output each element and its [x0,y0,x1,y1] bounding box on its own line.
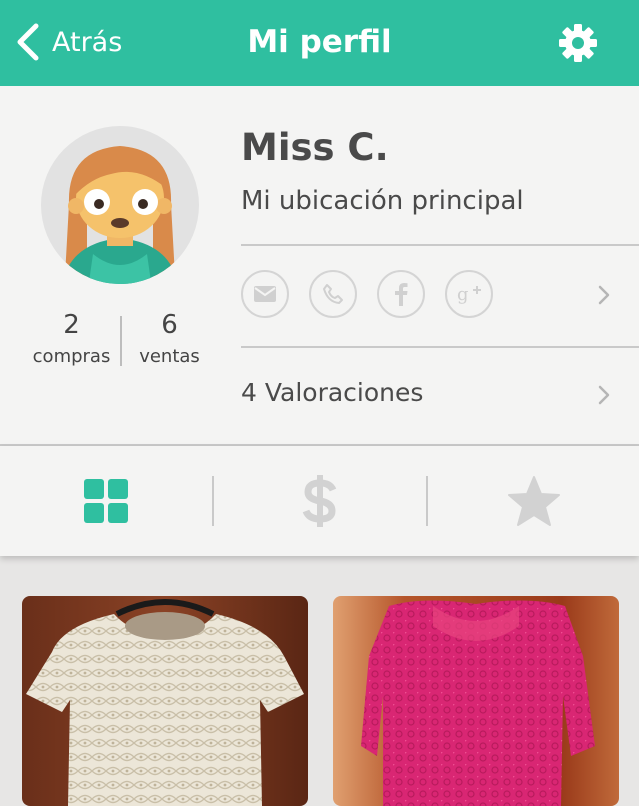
chevron-right-icon[interactable] [597,285,611,305]
page-title: Mi perfil [247,24,392,60]
dollar-icon [302,475,337,527]
grid-icon [84,479,128,523]
product-image [333,596,619,806]
top-bar: Atrás Mi perfil [0,0,639,86]
mail-icon [254,286,276,302]
sales-stat[interactable]: 6 ventas [122,312,217,367]
stats: 2 compras 6 ventas [24,312,214,367]
ratings-label: 4 Valoraciones [241,378,424,407]
divider [241,244,639,246]
avatar[interactable] [41,126,199,284]
chevron-right-icon [598,385,610,405]
purchases-stat[interactable]: 2 compras [24,312,119,367]
sales-label: ventas [139,346,200,367]
profile-location: Mi ubicación principal [241,186,524,216]
profile-tabs [0,446,639,556]
purchases-count: 2 [63,310,80,340]
divider [241,346,639,348]
profile-name: Miss C. [241,126,389,169]
tab-ratings[interactable] [428,446,639,556]
purchases-label: compras [32,346,111,367]
google-plus-icon: g [457,284,481,305]
product-image [22,596,308,806]
product-card[interactable] [333,596,619,806]
sales-count: 6 [161,310,178,340]
phone-icon [323,284,343,304]
product-card[interactable] [22,596,308,806]
phone-button[interactable] [309,270,357,318]
facebook-icon [395,283,408,306]
google-plus-button[interactable]: g [445,270,493,318]
facebook-button[interactable] [377,270,425,318]
tab-products[interactable] [0,446,212,556]
star-icon [507,476,560,526]
mail-button[interactable] [241,270,289,318]
gear-icon[interactable] [556,21,600,65]
ratings-row[interactable]: 4 Valoraciones [241,364,639,424]
svg-text:g: g [457,284,469,305]
profile-card: 2 compras 6 ventas Miss C. Mi ubicación … [0,86,639,446]
contact-row: g [241,270,639,322]
tab-sales[interactable] [214,446,426,556]
